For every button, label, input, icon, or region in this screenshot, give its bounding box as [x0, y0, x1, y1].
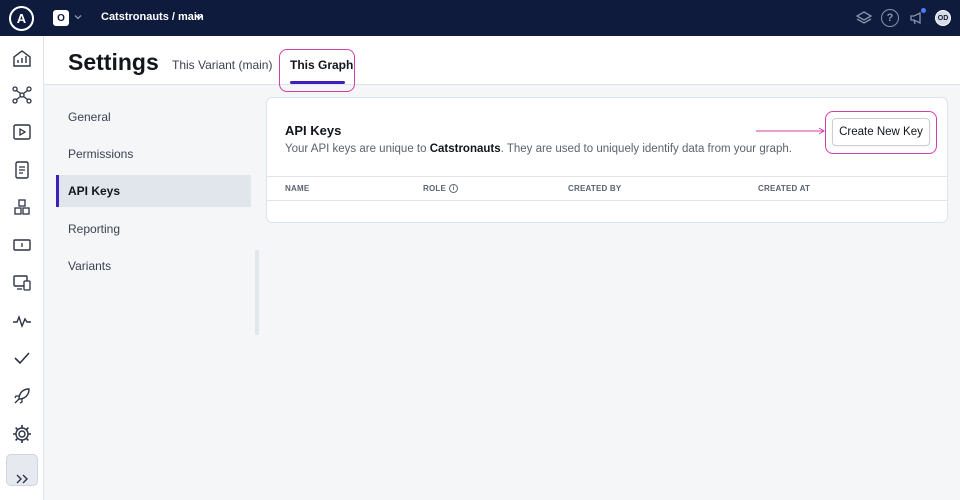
settings-nav-general[interactable]: General — [56, 101, 251, 133]
info-icon[interactable]: i — [449, 184, 459, 193]
schema-graph-icon[interactable] — [11, 84, 33, 106]
column-header-created-by[interactable]: CREATED BY — [568, 184, 621, 193]
column-header-created-at[interactable]: CREATED AT — [758, 184, 810, 193]
notification-dot — [921, 8, 926, 13]
operations-pulse-icon[interactable] — [11, 310, 33, 332]
avatar[interactable]: OD — [935, 10, 951, 26]
chevron-down-icon[interactable] — [194, 12, 204, 22]
api-keys-title: API Keys — [285, 123, 342, 138]
chevron-down-icon[interactable] — [73, 12, 83, 22]
column-header-role[interactable]: ROLE i — [423, 184, 459, 193]
layers-icon[interactable] — [855, 9, 873, 27]
expand-chevrons-icon[interactable] — [11, 468, 33, 490]
clients-devices-icon[interactable] — [11, 272, 33, 294]
checks-checkmark-icon[interactable] — [11, 347, 33, 369]
api-keys-card: API Keys Your API keys are unique to Cat… — [266, 97, 948, 223]
api-keys-table-header: NAME ROLE i CREATED BY CREATED AT — [267, 176, 947, 201]
settings-nav-permissions[interactable]: Permissions — [56, 138, 251, 170]
fields-cubes-icon[interactable] — [11, 197, 33, 219]
tab-this-variant[interactable]: This Variant (main) — [172, 58, 272, 72]
left-nav-rail — [0, 36, 44, 500]
settings-nav-api-keys[interactable]: API Keys — [56, 175, 251, 207]
graph-switcher[interactable]: Catstronauts / main — [101, 11, 204, 23]
help-icon[interactable]: ? — [881, 9, 899, 27]
column-header-name[interactable]: NAME — [285, 184, 309, 193]
apollo-logo-icon[interactable]: A — [9, 6, 34, 31]
checks-document-icon[interactable] — [11, 159, 33, 181]
org-switcher-badge[interactable]: O — [53, 10, 69, 26]
settings-nav-variants[interactable]: Variants — [56, 250, 251, 282]
arrow-pointer-icon — [756, 127, 825, 135]
top-bar: A O Catstronauts / main ? OD — [0, 0, 960, 36]
settings-nav-reporting[interactable]: Reporting — [56, 213, 251, 245]
page-header: Settings This Variant (main) This Graph — [44, 36, 960, 92]
changelog-icon[interactable] — [11, 234, 33, 256]
settings-gear-icon[interactable] — [11, 423, 33, 445]
page-title: Settings — [68, 49, 159, 75]
explorer-play-icon[interactable] — [11, 121, 33, 143]
create-new-key-button[interactable]: Create New Key — [832, 118, 930, 146]
launches-rocket-icon[interactable] — [11, 385, 33, 407]
sidebar-scrollbar[interactable] — [255, 250, 259, 335]
api-keys-description: Your API keys are unique to Catstronauts… — [285, 143, 792, 155]
home-chart-icon[interactable] — [11, 47, 33, 69]
tab-highlight-outline — [279, 49, 355, 92]
